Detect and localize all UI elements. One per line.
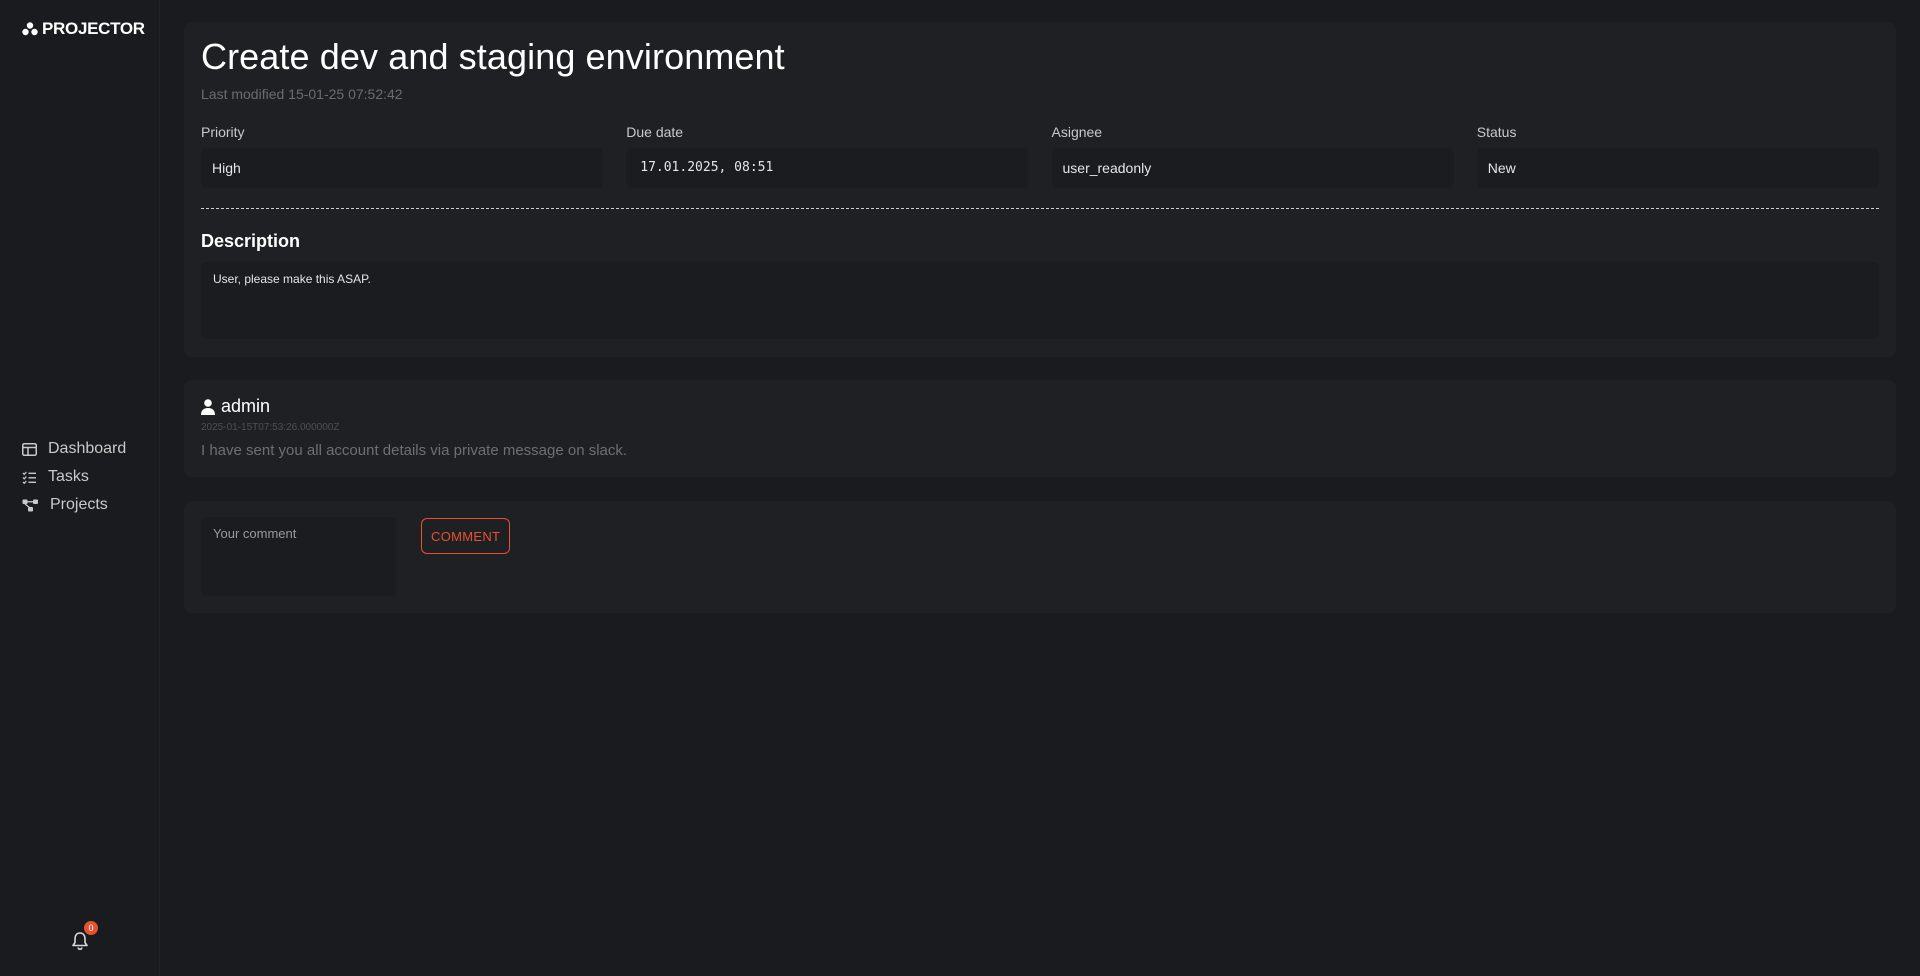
section-divider	[201, 208, 1879, 209]
comment-input[interactable]	[201, 517, 397, 596]
page-title: Create dev and staging environment	[201, 36, 785, 77]
assignee-label: Asignee	[1051, 124, 1103, 140]
notifications-button[interactable]: 0	[71, 921, 98, 953]
sidebar-item-label: Dashboard	[48, 440, 127, 457]
priority-select[interactable]: High	[201, 148, 604, 188]
comment-timestamp: 2025-01-15T07:53:26.000000Z	[201, 422, 340, 433]
assignee-select[interactable]: user_readonly	[1051, 148, 1454, 188]
status-field: Status New	[1476, 124, 1879, 188]
sidebar: PROJECTOR Dashboard Tasks Projects 0	[0, 0, 160, 976]
priority-field: Priority High	[201, 124, 604, 188]
task-fields: Priority High Due date 17.01.2025, 08:51…	[201, 124, 1879, 188]
projects-icon	[22, 499, 38, 511]
due-date-label: Due date	[626, 124, 684, 140]
task-details-card: Create dev and staging environment Last …	[184, 22, 1896, 357]
due-date-field: Due date 17.01.2025, 08:51	[626, 124, 1029, 188]
comment-text: I have sent you all account details via …	[201, 442, 628, 459]
sidebar-item-projects[interactable]: Projects	[22, 494, 126, 516]
comment-author: admin	[201, 396, 270, 417]
bell-icon	[72, 932, 88, 951]
due-date-input[interactable]: 17.01.2025, 08:51	[626, 148, 1029, 188]
sidebar-item-label: Projects	[50, 496, 108, 513]
sidebar-item-tasks[interactable]: Tasks	[22, 466, 126, 488]
sidebar-nav: Dashboard Tasks Projects	[22, 438, 126, 516]
comment-author-name: admin	[221, 396, 271, 416]
description-field[interactable]: User, please make this ASAP.	[201, 262, 1879, 339]
description-heading: Description	[201, 231, 301, 251]
last-modified-text: Last modified 15-01-25 07:52:42	[201, 86, 403, 102]
logo-icon	[22, 22, 38, 36]
comment-item: admin 2025-01-15T07:53:26.000000Z I have…	[184, 380, 1896, 477]
dashboard-icon	[22, 442, 37, 456]
status-label: Status	[1476, 124, 1517, 140]
sidebar-item-dashboard[interactable]: Dashboard	[22, 438, 126, 460]
assignee-field: Asignee user_readonly	[1051, 124, 1454, 188]
status-select[interactable]: New	[1476, 148, 1879, 188]
priority-label: Priority	[201, 124, 245, 140]
user-icon	[201, 398, 215, 415]
notification-count-badge: 0	[84, 921, 98, 935]
tasks-icon	[22, 471, 36, 484]
app-logo[interactable]: PROJECTOR	[22, 19, 145, 39]
app-name: PROJECTOR	[42, 19, 145, 38]
comment-button[interactable]: COMMENT	[421, 518, 511, 554]
new-comment-card: COMMENT	[184, 501, 1896, 613]
sidebar-item-label: Tasks	[48, 468, 89, 485]
